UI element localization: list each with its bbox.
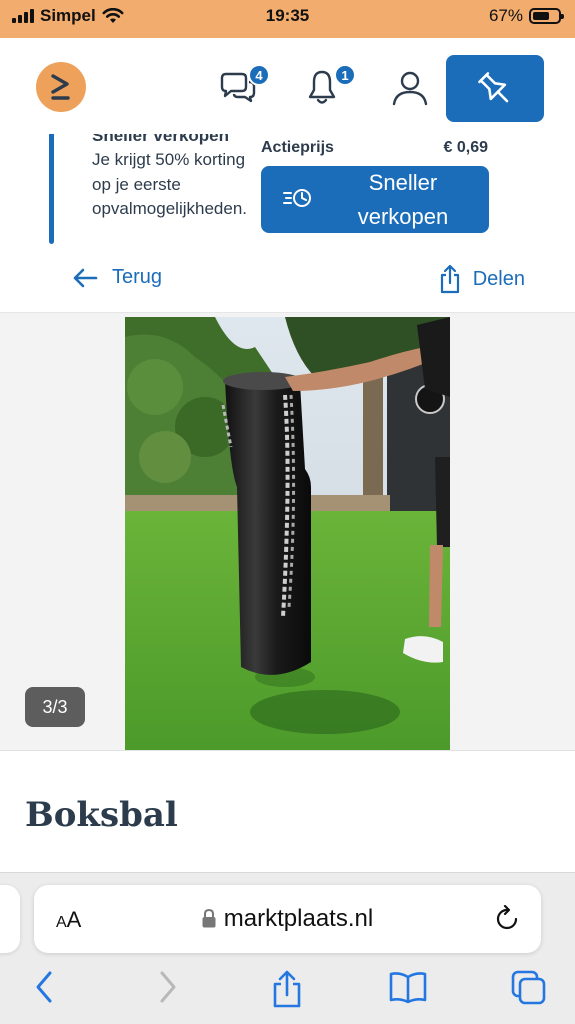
promo-title: Sneller verkopen bbox=[92, 134, 230, 145]
battery-percent: 67% bbox=[488, 6, 523, 25]
marktplaats-logo[interactable] bbox=[36, 62, 86, 112]
photo-counter: 3/3 bbox=[25, 687, 85, 727]
action-row: Terug Delen bbox=[0, 254, 575, 312]
browser-toolbar: AA marktplaats.nl bbox=[0, 872, 575, 1024]
tabs-icon[interactable] bbox=[510, 969, 548, 1007]
forward-icon[interactable] bbox=[156, 969, 180, 1005]
photo-gallery[interactable]: 3/3 bbox=[0, 312, 575, 750]
messages-badge: 4 bbox=[248, 64, 270, 86]
notifications-badge: 1 bbox=[334, 64, 356, 86]
lock-icon bbox=[202, 909, 216, 928]
price-label: Actieprijs bbox=[261, 139, 334, 156]
speed-clock-icon bbox=[283, 189, 311, 207]
promo-text: Je krijgt 50% korting op je eerste opval… bbox=[92, 150, 247, 218]
pin-icon bbox=[478, 71, 509, 102]
previous-tab-peek[interactable] bbox=[0, 885, 20, 953]
address-bar[interactable]: AA marktplaats.nl bbox=[34, 885, 541, 953]
promo-accent-rule bbox=[49, 134, 54, 244]
battery-icon bbox=[529, 8, 564, 24]
status-bar: Simpel 19:35 67% bbox=[0, 0, 575, 34]
sneller-verkopen-label: Sneller verkopen bbox=[357, 170, 449, 229]
share-label: Delen bbox=[472, 267, 525, 290]
battery-fill bbox=[533, 12, 550, 20]
share-icon bbox=[440, 264, 459, 294]
logo-chevron-icon bbox=[51, 74, 70, 100]
user-icon bbox=[392, 71, 428, 106]
messages-button[interactable]: 4 bbox=[218, 64, 270, 108]
account-button[interactable] bbox=[390, 68, 430, 108]
reload-icon[interactable] bbox=[495, 905, 521, 933]
arrow-left-icon bbox=[73, 268, 98, 287]
promo-card: Sneller verkopen Je krijgt 50% korting o… bbox=[0, 134, 575, 254]
status-right: 67% bbox=[488, 6, 564, 26]
share-button[interactable]: Delen bbox=[439, 264, 525, 294]
url-text: marktplaats.nl bbox=[223, 905, 374, 932]
listing-title: Boksbal bbox=[25, 795, 178, 835]
back-icon[interactable] bbox=[32, 969, 56, 1005]
bookmarks-icon[interactable] bbox=[388, 969, 428, 1005]
browser-nav bbox=[0, 969, 575, 1013]
url-display[interactable]: marktplaats.nl bbox=[34, 905, 541, 933]
back-label: Terug bbox=[112, 266, 163, 288]
share-sheet-icon[interactable] bbox=[270, 969, 304, 1009]
sneller-verkopen-button[interactable]: Sneller verkopen bbox=[261, 166, 489, 233]
listing-header: Boksbal bbox=[0, 750, 575, 872]
site-header: 4 1 bbox=[0, 34, 575, 134]
listing-photo[interactable] bbox=[125, 317, 450, 750]
notifications-button[interactable]: 1 bbox=[302, 64, 356, 108]
place-ad-button[interactable] bbox=[446, 55, 544, 122]
back-button[interactable]: Terug bbox=[72, 266, 162, 289]
price-value: € 0,69 bbox=[443, 139, 488, 156]
punching-bag-photo bbox=[125, 317, 450, 750]
